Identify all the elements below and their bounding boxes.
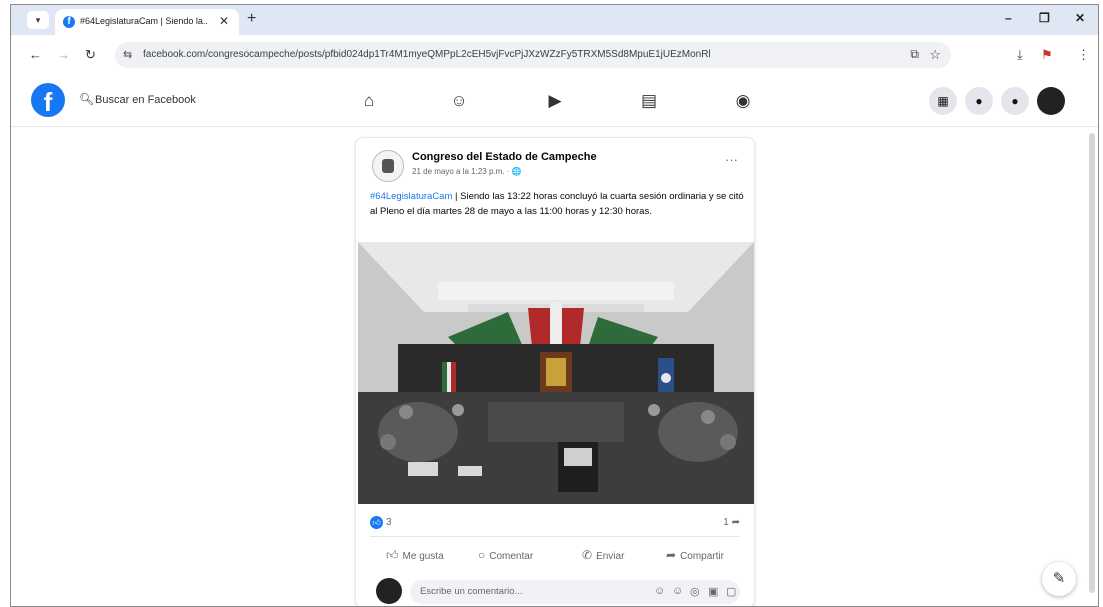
avatar-sticker-icon[interactable]: ☺	[654, 585, 665, 597]
notifications-icon[interactable]: ●	[1001, 87, 1029, 115]
send-button[interactable]: ✆ Enviar	[582, 548, 624, 562]
browser-window: ▾ f #64LegislaturaCam | Siendo la... ✕ +…	[10, 4, 1099, 607]
maximize-button[interactable]: ❐	[1039, 11, 1050, 25]
tab-strip: ▾ f #64LegislaturaCam | Siendo la... ✕ +…	[11, 5, 1098, 35]
thumbs-up-icon: 👍︎	[386, 548, 399, 562]
search-icon: 🔍︎	[79, 92, 95, 106]
search-input[interactable]: Buscar en Facebook	[95, 94, 196, 106]
new-tab-button[interactable]: +	[247, 10, 256, 28]
commenter-avatar	[376, 578, 402, 604]
messenger-icon[interactable]: ●	[965, 87, 993, 115]
gif-icon[interactable]: ▣	[708, 585, 718, 598]
browser-toolbar: ← → ↻ ⇆ facebook.com/congresocampeche/po…	[11, 35, 1098, 75]
facebook-favicon-icon: f	[63, 16, 75, 28]
browser-menu-icon[interactable]: ⋮	[1077, 47, 1090, 63]
address-bar[interactable]: ⇆ facebook.com/congresocampeche/posts/pf…	[115, 42, 951, 68]
like-button[interactable]: 👍︎ Me gusta	[386, 548, 444, 563]
tab-active[interactable]: f #64LegislaturaCam | Siendo la... ✕	[55, 9, 239, 35]
reaction-count: 3	[386, 517, 392, 529]
groups-icon[interactable]: ◉	[731, 89, 755, 113]
divider	[370, 536, 740, 537]
post-hashtag[interactable]: #64LegislaturaCam	[370, 191, 452, 202]
whatsapp-icon: ✆	[582, 548, 593, 562]
new-message-button[interactable]: ✎	[1042, 562, 1076, 596]
share-count-value: 1	[723, 517, 729, 528]
comment-placeholder: Escribe un comentario...	[420, 586, 523, 597]
like-label: Me gusta	[402, 551, 444, 562]
back-button[interactable]: ←	[29, 47, 42, 62]
page-avatar[interactable]	[372, 150, 404, 182]
share-icon: ➦	[666, 548, 677, 562]
post-more-icon[interactable]: ···	[725, 152, 738, 167]
facebook-header: f 🔍︎ Buscar en Facebook ⌂ ☺ ▶ ▤ ◉ ▦ ● ●	[11, 75, 1098, 127]
reload-button[interactable]: ↻	[85, 47, 96, 63]
tab-search-button[interactable]: ▾	[27, 11, 49, 29]
minimize-button[interactable]: –	[1005, 11, 1012, 25]
post-text: #64LegislaturaCam | Siendo las 13:22 hor…	[370, 189, 750, 219]
comment-input[interactable]: Escribe un comentario... ☺ ☺ ◎ ▣ ▢	[410, 580, 740, 604]
share-button[interactable]: ➦ Compartir	[666, 548, 724, 562]
bookmark-star-icon[interactable]: ☆	[929, 47, 941, 63]
forward-button[interactable]: →	[57, 47, 70, 62]
comment-label: Comentar	[489, 551, 534, 562]
profile-avatar[interactable]	[1037, 87, 1065, 115]
session-hall-image	[358, 242, 754, 504]
extension-icon[interactable]: ⚑	[1041, 47, 1053, 63]
reaction-summary[interactable]: 👍︎ 3	[370, 516, 392, 529]
facebook-search[interactable]: 🔍︎ Buscar en Facebook	[75, 89, 245, 113]
watch-icon[interactable]: ▶	[543, 89, 567, 113]
send-label: Enviar	[596, 551, 625, 562]
download-icon[interactable]: ⤓	[1017, 47, 1023, 63]
like-reaction-icon: 👍︎	[370, 516, 383, 529]
facebook-logo[interactable]: f	[31, 83, 65, 117]
tab-close-icon[interactable]: ✕	[219, 14, 229, 28]
site-info-icon[interactable]: ⇆	[123, 48, 132, 61]
url-text[interactable]: facebook.com/congresocampeche/posts/pfbi…	[143, 49, 913, 60]
post-card: Congreso del Estado de Campeche 21 de ma…	[355, 137, 755, 606]
emoji-icon[interactable]: ☺	[672, 585, 683, 597]
comment-icon: ○	[478, 548, 486, 562]
marketplace-icon[interactable]: ▤	[637, 89, 661, 113]
post-photo[interactable]	[358, 242, 754, 504]
comment-button[interactable]: ○ Comentar	[478, 548, 533, 562]
share-count[interactable]: 1 ➦	[723, 517, 740, 528]
post-date[interactable]: 21 de mayo a la 1:23 p.m. · 🌐	[412, 167, 522, 176]
camera-icon[interactable]: ◎	[690, 585, 700, 598]
page-scrollbar[interactable]	[1089, 133, 1095, 593]
page-name[interactable]: Congreso del Estado de Campeche	[412, 151, 597, 163]
post-actions: 👍︎ Me gusta ○ Comentar ✆ Enviar ➦ Compartir	[370, 544, 740, 568]
share-label: Compartir	[680, 551, 724, 562]
share-arrow-icon: ➦	[731, 517, 740, 528]
menu-grid-icon[interactable]: ▦	[929, 87, 957, 115]
close-window-button[interactable]: ✕	[1075, 11, 1085, 25]
tab-title: #64LegislaturaCam | Siendo la...	[80, 16, 208, 26]
friends-icon[interactable]: ☺	[447, 89, 471, 113]
sticker-icon[interactable]: ▢	[726, 585, 736, 598]
home-icon[interactable]: ⌂	[357, 89, 381, 113]
install-app-icon[interactable]: ⧉	[910, 47, 919, 62]
